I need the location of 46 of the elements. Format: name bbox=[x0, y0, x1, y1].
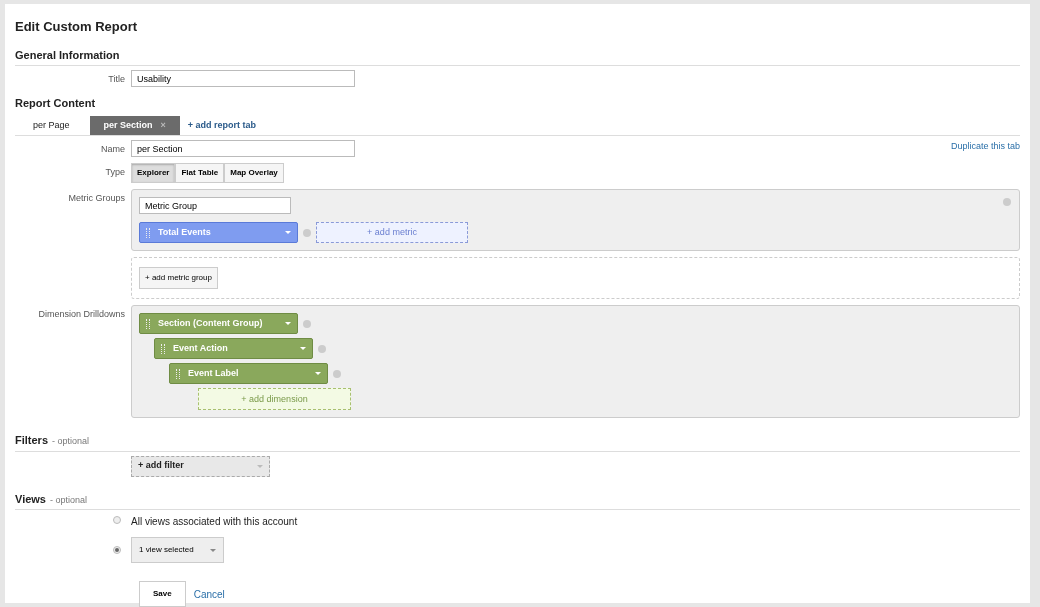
remove-icon[interactable] bbox=[303, 228, 311, 237]
remove-icon[interactable] bbox=[303, 319, 311, 328]
optional-note: - optional bbox=[52, 435, 90, 448]
section-heading: Filters bbox=[15, 433, 48, 448]
save-button[interactable]: Save bbox=[139, 581, 186, 607]
drag-handle-icon[interactable] bbox=[146, 227, 150, 238]
type-tab[interactable]: Flat Table bbox=[175, 163, 225, 183]
optional-note: - optional bbox=[50, 493, 88, 507]
field-label: Title bbox=[107, 73, 126, 86]
caret-icon[interactable] bbox=[257, 464, 263, 468]
add-tab-link[interactable]: + add report tab bbox=[187, 118, 257, 132]
remove-icon[interactable] bbox=[333, 369, 341, 378]
name-field[interactable]: per Section bbox=[131, 140, 355, 157]
dimension-name: Event Action bbox=[173, 341, 228, 355]
option-label: All views associated with this account bbox=[131, 515, 298, 529]
report-tab[interactable]: per Section × bbox=[89, 115, 180, 135]
metric-group-name-field[interactable]: Metric Group bbox=[139, 197, 291, 214]
remove-icon[interactable] bbox=[1003, 198, 1011, 206]
section-heading: Views bbox=[15, 491, 46, 507]
drag-handle-icon[interactable] bbox=[161, 343, 165, 354]
field-label: Dimension Drilldowns bbox=[37, 308, 126, 321]
radio-button[interactable] bbox=[113, 515, 121, 524]
type-tab[interactable]: Map Overlay bbox=[224, 163, 284, 183]
page-title: Edit Custom Report bbox=[15, 18, 139, 36]
section-heading: Report Content bbox=[15, 96, 97, 111]
add-metric-group-button[interactable]: + add metric group bbox=[139, 267, 218, 289]
type-tab[interactable]: Explorer bbox=[131, 163, 176, 183]
radio-button[interactable] bbox=[113, 546, 121, 555]
cancel-link[interactable]: Cancel bbox=[193, 586, 225, 602]
add-metric-button[interactable]: + add metric bbox=[316, 222, 468, 243]
dimension-name: Event Label bbox=[188, 366, 239, 380]
drag-handle-icon[interactable] bbox=[146, 318, 150, 329]
title-field[interactable]: Usability bbox=[131, 70, 355, 87]
field-label: Metric Groups bbox=[67, 192, 126, 205]
section-heading: General Information bbox=[15, 47, 120, 63]
add-filter-dropdown[interactable]: + add filter bbox=[131, 455, 270, 477]
field-label: Type bbox=[104, 166, 126, 179]
caret-icon[interactable] bbox=[209, 548, 216, 552]
dimension-name: Section (Content Group) bbox=[158, 316, 263, 330]
duplicate-link[interactable]: Duplicate this tab bbox=[950, 140, 1020, 154]
drag-handle-icon[interactable] bbox=[176, 368, 180, 379]
report-tab[interactable]: per Page bbox=[19, 115, 84, 135]
view-dropdown[interactable]: 1 view selected bbox=[131, 537, 224, 563]
field-label: Name bbox=[100, 143, 126, 156]
remove-icon[interactable] bbox=[318, 344, 326, 353]
metric-name: Total Events bbox=[158, 225, 211, 239]
